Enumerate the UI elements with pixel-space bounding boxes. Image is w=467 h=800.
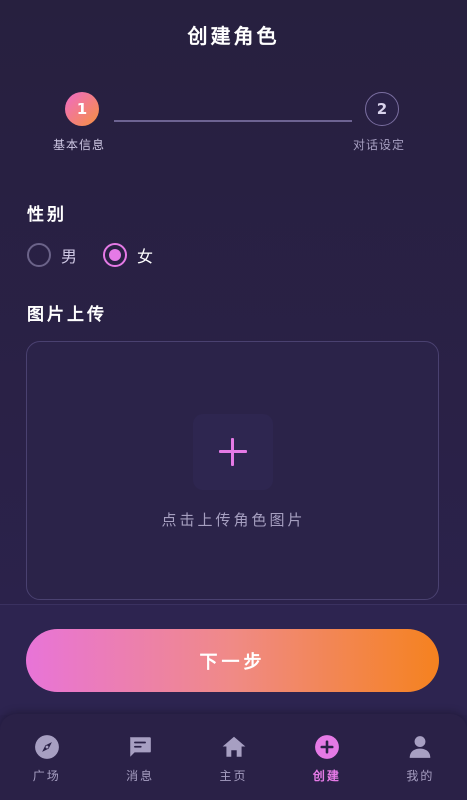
upload-hint: 点击上传角色图片 bbox=[161, 511, 306, 529]
gender-option-male[interactable]: 男 bbox=[27, 243, 77, 267]
gender-radio-group: 男 女 bbox=[27, 241, 179, 269]
step-2-label: 对话设定 bbox=[353, 138, 406, 152]
tab-create-label: 创建 bbox=[312, 769, 341, 783]
person-icon bbox=[410, 736, 431, 758]
page-title: 创建角色 bbox=[187, 24, 280, 48]
plus-icon bbox=[219, 438, 247, 466]
tab-plaza[interactable]: 广场 bbox=[0, 714, 93, 800]
chat-bubble-icon bbox=[130, 737, 151, 757]
tab-plaza-label: 广场 bbox=[32, 769, 61, 783]
radio-checked-icon[interactable] bbox=[103, 243, 128, 267]
gender-heading: 性别 bbox=[27, 205, 67, 225]
bottom-tab-bar: 广场 消息 主页 创建 我的 bbox=[0, 714, 467, 800]
step-1-label: 基本信息 bbox=[53, 138, 106, 152]
tab-home-label: 主页 bbox=[219, 769, 248, 783]
tab-profile[interactable]: 我的 bbox=[374, 714, 467, 800]
gender-option-female-label: 女 bbox=[137, 247, 154, 266]
radio-dot bbox=[109, 249, 122, 261]
stepper: 1 2 基本信息 对话设定 bbox=[0, 92, 467, 162]
step-progress-line bbox=[114, 120, 352, 122]
radio-unchecked-icon[interactable] bbox=[27, 243, 51, 267]
tab-messages-label: 消息 bbox=[126, 769, 155, 783]
plus-circle-icon bbox=[315, 735, 339, 759]
image-upload-area[interactable]: 点击上传角色图片 bbox=[26, 341, 439, 600]
gender-option-male-label: 男 bbox=[61, 247, 78, 266]
tab-profile-label: 我的 bbox=[406, 769, 435, 783]
compass-icon bbox=[34, 735, 59, 759]
image-upload-heading: 图片上传 bbox=[27, 305, 107, 325]
next-step-button[interactable]: 下一步 bbox=[26, 629, 439, 692]
tab-create[interactable]: 创建 bbox=[280, 714, 373, 800]
action-bar: 下一步 bbox=[0, 604, 467, 715]
gender-option-female[interactable]: 女 bbox=[103, 243, 153, 267]
home-icon bbox=[222, 736, 245, 757]
tab-home[interactable]: 主页 bbox=[187, 714, 280, 800]
tab-messages[interactable]: 消息 bbox=[93, 714, 186, 800]
step-1-indicator[interactable]: 1 bbox=[65, 92, 99, 126]
upload-plus-box[interactable] bbox=[193, 414, 273, 490]
step-2-indicator[interactable]: 2 bbox=[365, 92, 399, 126]
